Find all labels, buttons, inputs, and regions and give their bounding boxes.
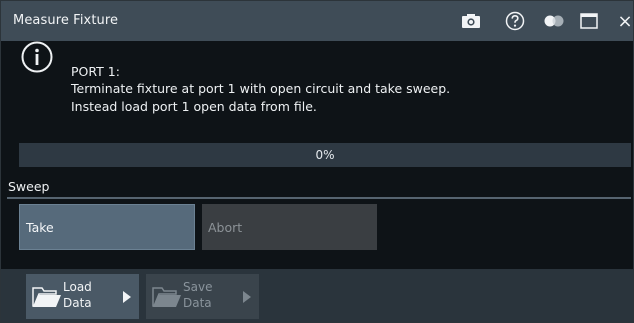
close-icon[interactable]: × [613,9,634,33]
load-data-button[interactable]: Load Data [26,274,139,319]
load-label-line2: Data [63,296,92,310]
title-bar[interactable]: Measure Fixture × [1,1,633,41]
toggle-icon[interactable] [542,9,566,33]
maximize-icon[interactable] [577,9,601,33]
dialog-title: Measure Fixture [13,13,119,28]
folder-open-icon [152,287,181,307]
message-title: PORT 1: [71,64,120,79]
load-label-line1: Load [63,280,92,294]
message-line: Instead load port 1 open data from file. [71,99,317,114]
sweep-group-label: Sweep [8,179,50,194]
submenu-arrow-icon [243,291,251,303]
folder-open-icon [32,287,61,307]
save-label-line1: Save [183,280,213,294]
save-data-button[interactable]: Save Data [146,274,259,319]
message-line: Terminate fixture at port 1 with open ci… [71,81,451,96]
measure-fixture-dialog: Measure Fixture × PORT 1: Terminate fixt… [0,0,634,323]
abort-button[interactable]: Abort [202,204,377,250]
camera-icon[interactable] [459,9,483,33]
take-button[interactable]: Take [19,204,195,250]
progress-bar: 0% [19,143,631,167]
divider [7,197,631,199]
save-label-line2: Data [183,296,212,310]
submenu-arrow-icon [123,291,131,303]
help-icon[interactable] [503,9,527,33]
info-icon [21,41,53,73]
progress-text: 0% [315,148,335,162]
